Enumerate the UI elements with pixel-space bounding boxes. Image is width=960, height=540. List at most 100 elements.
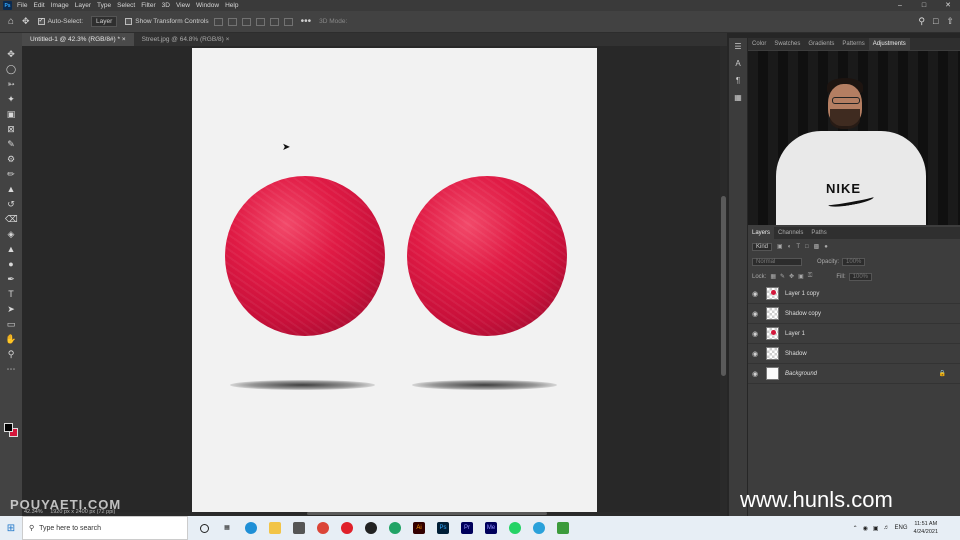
- photoshop-icon[interactable]: Ps: [437, 522, 449, 534]
- character-icon[interactable]: A: [735, 59, 740, 68]
- tab-color[interactable]: Color: [748, 38, 770, 50]
- store-icon[interactable]: [293, 522, 305, 534]
- filter-type-icon[interactable]: T: [796, 244, 800, 250]
- vertical-scrollbar[interactable]: [720, 46, 727, 516]
- eye-icon[interactable]: ◉: [752, 350, 760, 358]
- maximize-icon[interactable]: □: [912, 0, 936, 11]
- eye-icon[interactable]: ◉: [752, 370, 760, 378]
- opacity-input[interactable]: 100%: [842, 257, 866, 266]
- tab-untitled-1[interactable]: Untitled-1 @ 42.3% (RGB/8#) * ×: [22, 33, 134, 46]
- tab-patterns[interactable]: Patterns: [838, 38, 868, 50]
- obs-icon[interactable]: [365, 522, 377, 534]
- pen-tool-icon[interactable]: ✒: [5, 273, 17, 285]
- whatsapp-icon[interactable]: [509, 522, 521, 534]
- close-tab-icon[interactable]: ×: [122, 36, 126, 43]
- premiere-icon[interactable]: Pr: [461, 522, 473, 534]
- align-top-icon[interactable]: [255, 17, 265, 26]
- tab-layers[interactable]: Layers: [748, 227, 775, 239]
- lasso-tool-icon[interactable]: ➳: [5, 78, 17, 90]
- eye-icon[interactable]: ◉: [752, 290, 760, 298]
- opera-icon[interactable]: [341, 522, 353, 534]
- clone-stamp-icon[interactable]: ▲: [5, 183, 17, 195]
- menu-file[interactable]: File: [17, 2, 27, 9]
- taskbar-search[interactable]: ⚲ Type here to search: [22, 516, 188, 540]
- blend-mode-dropdown[interactable]: Normal: [752, 257, 802, 266]
- layer-row[interactable]: ◉ Shadow: [748, 344, 960, 364]
- layer-row[interactable]: ◉ Shadow copy: [748, 304, 960, 324]
- fill-input[interactable]: 100%: [848, 272, 873, 281]
- move-tool-icon[interactable]: ✥: [22, 16, 30, 27]
- clock[interactable]: 11:51 AM 4/24/2021: [914, 520, 938, 536]
- lock-artboard-icon[interactable]: ▣: [798, 273, 804, 280]
- blur-tool-icon[interactable]: ▲: [5, 243, 17, 255]
- tray-app-icon[interactable]: ◉: [863, 525, 868, 532]
- filter-smart-object-icon[interactable]: ▩: [814, 243, 820, 250]
- layer-row-background[interactable]: ◉ Background 🔒: [748, 364, 960, 384]
- eraser-tool-icon[interactable]: ⌫: [5, 213, 18, 225]
- illustrator-icon[interactable]: Ai: [413, 522, 425, 534]
- green-app-icon[interactable]: [557, 522, 569, 534]
- filter-shape-icon[interactable]: □: [805, 244, 809, 250]
- chrome-icon[interactable]: [317, 522, 329, 534]
- search-icon[interactable]: ⚲: [918, 16, 925, 27]
- home-icon[interactable]: ⌂: [8, 16, 14, 27]
- workspace-icon[interactable]: □: [933, 16, 938, 27]
- menu-select[interactable]: Select: [117, 2, 135, 9]
- tray-chevron-icon[interactable]: ⌃: [853, 525, 858, 532]
- eye-icon[interactable]: ◉: [752, 330, 760, 338]
- align-middle-icon[interactable]: [269, 17, 279, 26]
- media-encoder-icon[interactable]: Me: [485, 522, 497, 534]
- menu-filter[interactable]: Filter: [141, 2, 155, 9]
- file-explorer-icon[interactable]: [269, 522, 281, 534]
- rectangle-tool-icon[interactable]: ▭: [5, 318, 17, 330]
- menu-3d[interactable]: 3D: [162, 2, 170, 9]
- camtasia-icon[interactable]: [389, 522, 401, 534]
- kind-filter-dropdown[interactable]: Kind: [752, 242, 773, 251]
- filter-toggle-icon[interactable]: ●: [824, 244, 828, 250]
- align-right-icon[interactable]: [241, 17, 251, 26]
- volume-icon[interactable]: ♬: [884, 525, 890, 531]
- lock-image-icon[interactable]: ✎: [780, 273, 785, 280]
- history-brush-icon[interactable]: ↺: [5, 198, 17, 210]
- paint-bucket-icon[interactable]: ◈: [5, 228, 17, 240]
- more-tools-icon[interactable]: ⋯: [5, 363, 17, 375]
- menu-type[interactable]: Type: [97, 2, 111, 9]
- tab-channels[interactable]: Channels: [774, 227, 807, 239]
- foreground-color-swatch[interactable]: [4, 423, 13, 432]
- menu-edit[interactable]: Edit: [33, 2, 44, 9]
- align-bottom-icon[interactable]: [283, 17, 293, 26]
- zoom-tool-icon[interactable]: ⚲: [5, 348, 17, 360]
- windows-start-icon[interactable]: ⊞: [0, 523, 22, 534]
- dodge-tool-icon[interactable]: ●: [5, 258, 17, 270]
- align-left-icon[interactable]: [213, 17, 223, 26]
- filter-pixel-icon[interactable]: ▣: [777, 243, 783, 250]
- filter-adjustment-icon[interactable]: ◐: [788, 244, 792, 250]
- more-options-icon[interactable]: •••: [301, 16, 312, 27]
- tab-paths[interactable]: Paths: [807, 227, 830, 239]
- edge-icon[interactable]: [245, 522, 257, 534]
- marquee-tool-icon[interactable]: ◯: [5, 63, 17, 75]
- menu-help[interactable]: Help: [225, 2, 238, 9]
- lock-position-icon[interactable]: ✥: [789, 273, 794, 280]
- tab-street[interactable]: Street.jpg @ 64.8% (RGB/8) ×: [134, 33, 238, 46]
- tab-adjustments[interactable]: Adjustments: [868, 38, 910, 50]
- lock-all-icon[interactable]: ⚿: [808, 273, 813, 280]
- paragraph-icon[interactable]: ¶: [736, 76, 740, 85]
- cortana-icon[interactable]: [200, 523, 209, 533]
- align-center-icon[interactable]: [227, 17, 237, 26]
- telegram-icon[interactable]: [533, 522, 545, 534]
- tab-swatches[interactable]: Swatches: [770, 38, 804, 50]
- network-icon[interactable]: ▣: [873, 525, 879, 532]
- healing-brush-icon[interactable]: ⚙: [5, 153, 17, 165]
- eye-icon[interactable]: ◉: [752, 310, 760, 318]
- menu-image[interactable]: Image: [51, 2, 69, 9]
- show-transform-toggle[interactable]: Show Transform Controls: [125, 18, 209, 25]
- document-canvas[interactable]: ➤: [192, 48, 597, 516]
- glyphs-icon[interactable]: ▦: [734, 93, 742, 102]
- brush-tool-icon[interactable]: ✏: [5, 168, 17, 180]
- eyedropper-tool-icon[interactable]: ✎: [5, 138, 17, 150]
- canvas-area[interactable]: ➤: [22, 46, 727, 516]
- auto-select-toggle[interactable]: ✓ Auto-Select:: [37, 18, 83, 25]
- menu-layer[interactable]: Layer: [75, 2, 91, 9]
- language-indicator[interactable]: ENG: [895, 525, 908, 531]
